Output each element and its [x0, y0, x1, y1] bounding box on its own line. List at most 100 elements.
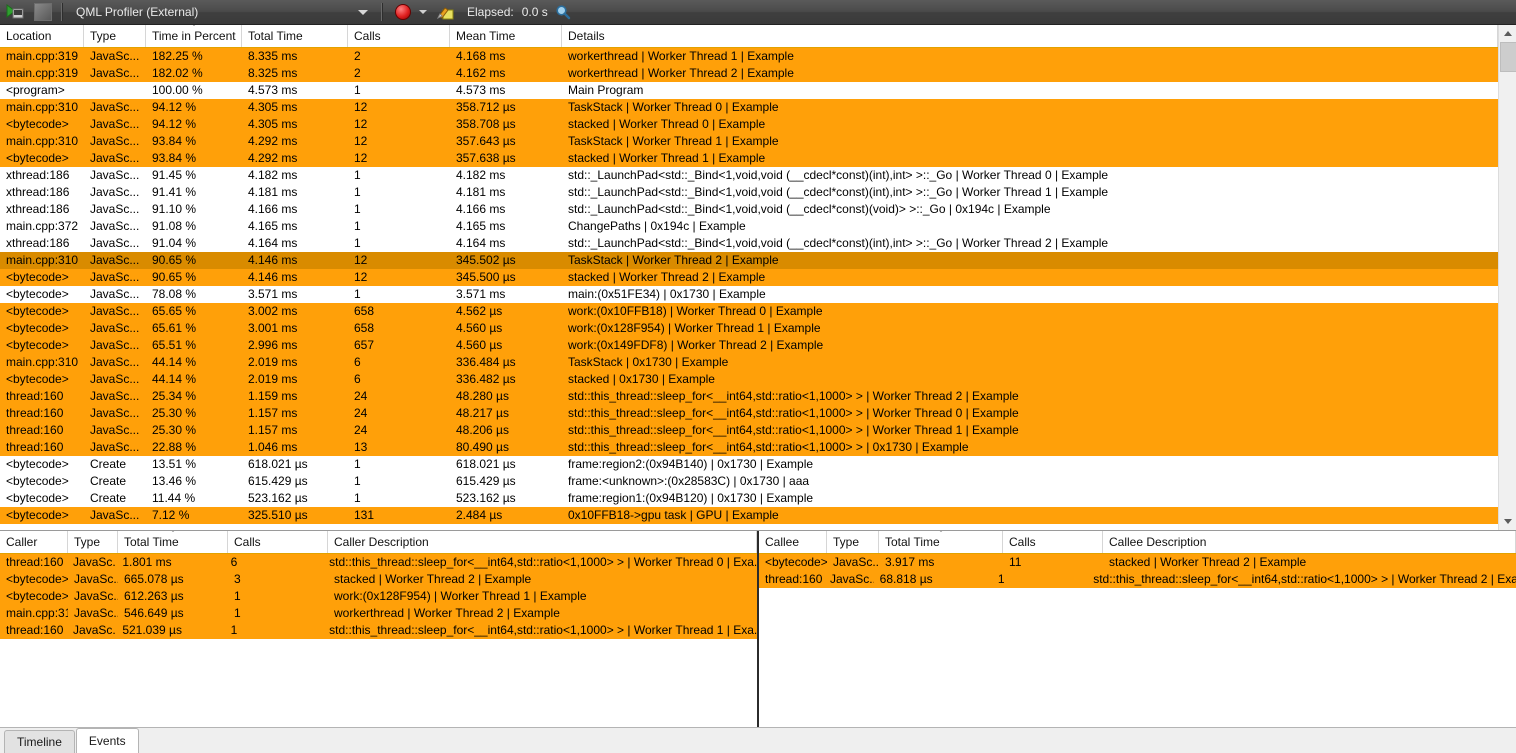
- table-row[interactable]: thread:160 JavaSc... 25.30 % 1.157 ms 24 48.2…: [0, 405, 1498, 422]
- table-row[interactable]: main.cpp:310 JavaSc... 94.12 % 4.305 ms 12 35…: [0, 99, 1498, 116]
- table-row[interactable]: <bytecode> JavaSc... 93.84 % 4.292 ms 12 357.…: [0, 150, 1498, 167]
- cell-callee-type: JavaSc...: [829, 572, 874, 586]
- cell-caller: <bytecode>: [6, 589, 68, 603]
- table-row[interactable]: thread:160 JavaSc... 25.30 % 1.157 ms 24 48.2…: [0, 422, 1498, 439]
- scrollbar-thumb[interactable]: [1500, 42, 1516, 72]
- cell-caller-description: work:(0x128F954) | Worker Thread 1 | Exa…: [334, 589, 587, 603]
- cell-details: main:(0x51FE34) | 0x1730 | Example: [568, 287, 766, 301]
- caller-row[interactable]: thread:160 JavaSc... 521.039 µs 1 std::this_…: [0, 622, 757, 639]
- scroll-down-arrow-icon[interactable]: [1499, 513, 1516, 530]
- caller-row[interactable]: main.cpp:319 JavaSc... 546.649 µs 1 workerth…: [0, 605, 757, 622]
- cell-total-time: 4.182 ms: [248, 168, 298, 182]
- table-row[interactable]: thread:160 JavaSc... 22.88 % 1.046 ms 13 80.4…: [0, 439, 1498, 456]
- caller-row[interactable]: <bytecode> JavaSc... 665.078 µs 3 stacked | …: [0, 571, 757, 588]
- column-header-type[interactable]: Type: [84, 25, 146, 47]
- cell-total-time: 8.335 ms: [248, 49, 298, 63]
- scrollbar-track[interactable]: [1499, 42, 1516, 513]
- column-header-caller-total-time[interactable]: Total Time: [118, 531, 228, 553]
- column-header-callee-total-time[interactable]: Total Time: [879, 531, 1003, 553]
- cell-location: <bytecode>: [6, 338, 69, 352]
- column-header-caller-description[interactable]: Caller Description: [328, 531, 757, 553]
- tab-timeline[interactable]: Timeline: [4, 730, 75, 753]
- cell-total-time: 523.162 µs: [248, 491, 308, 505]
- column-header-callee-type[interactable]: Type: [827, 531, 879, 553]
- cell-details: frame:region1:(0x94B120) | 0x1730 | Exam…: [568, 491, 814, 505]
- table-row[interactable]: <bytecode> Create 13.46 % 615.429 µs 1 615.42…: [0, 473, 1498, 490]
- cell-details: std::_LaunchPad<std::_Bind<1,void,void (…: [568, 185, 1109, 199]
- column-header-mean-time[interactable]: Mean Time: [450, 25, 562, 47]
- column-header-details[interactable]: Details: [562, 25, 1498, 47]
- callee-row[interactable]: thread:160 JavaSc... 68.818 µs 1 std::this_t…: [759, 571, 1516, 588]
- table-row[interactable]: <bytecode> JavaSc... 7.12 % 325.510 µs 131 2.…: [0, 507, 1498, 524]
- table-row[interactable]: <bytecode> JavaSc... 65.61 % 3.001 ms 658 4.5…: [0, 320, 1498, 337]
- table-row[interactable]: <bytecode> JavaSc... 90.65 % 4.146 ms 12 345.…: [0, 269, 1498, 286]
- clear-data-icon[interactable]: [433, 1, 459, 23]
- tab-events[interactable]: Events: [75, 728, 139, 753]
- table-row[interactable]: main.cpp:310 JavaSc... 93.84 % 4.292 ms 12 35…: [0, 133, 1498, 150]
- cell-calls: 12: [354, 270, 368, 284]
- cell-time-in-percent: 44.14 %: [152, 355, 197, 369]
- profile-selector-combobox[interactable]: QML Profiler (External): [68, 1, 376, 23]
- column-header-time-in-percent[interactable]: Time in Percent: [146, 25, 242, 47]
- callee-table-header: Callee Type Total Time Calls Callee Desc…: [759, 531, 1516, 554]
- cell-caller-calls: 1: [230, 623, 238, 637]
- column-header-callee-description[interactable]: Callee Description: [1103, 531, 1516, 553]
- column-header-callee-calls[interactable]: Calls: [1003, 531, 1103, 553]
- cell-mean-time: 4.168 ms: [456, 49, 506, 63]
- table-row[interactable]: xthread:186 JavaSc... 91.41 % 4.181 ms 1 4.18…: [0, 184, 1498, 201]
- table-row[interactable]: <bytecode> Create 11.44 % 523.162 µs 1 523.16…: [0, 490, 1498, 507]
- search-icon[interactable]: [550, 1, 576, 23]
- cell-type: JavaSc...: [90, 202, 140, 216]
- column-header-caller-calls[interactable]: Calls: [228, 531, 328, 553]
- run-profiler-icon[interactable]: [2, 1, 28, 23]
- cell-time-in-percent: 94.12 %: [152, 117, 197, 131]
- toolbar: QML Profiler (External) Elapsed: 0.0 s: [0, 0, 1516, 25]
- cell-details: workerthread | Worker Thread 1 | Example: [568, 49, 794, 63]
- cell-details: ChangePaths | 0x194c | Example: [568, 219, 746, 233]
- cell-time-in-percent: 94.12 %: [152, 100, 197, 114]
- events-table-header: Location Type Time in Percent Total Time…: [0, 25, 1498, 48]
- column-header-location[interactable]: Location: [0, 25, 84, 47]
- cell-callee-total-time: 3.917 ms: [885, 555, 935, 569]
- stop-icon[interactable]: [30, 1, 56, 23]
- scroll-up-arrow-icon[interactable]: [1499, 25, 1516, 42]
- cell-location: <bytecode>: [6, 372, 69, 386]
- record-options-chevron-icon[interactable]: [419, 10, 427, 14]
- table-row[interactable]: <program> 100.00 % 4.573 ms 1 4.573 ms Main P…: [0, 82, 1498, 99]
- callee-row[interactable]: <bytecode> JavaSc... 3.917 ms 11 stacked | W…: [759, 554, 1516, 571]
- record-dot-icon: [395, 4, 411, 20]
- cell-mean-time: 345.502 µs: [456, 253, 516, 267]
- table-row[interactable]: main.cpp:319 JavaSc... 182.02 % 8.325 ms 2 4.…: [0, 65, 1498, 82]
- cell-time-in-percent: 93.84 %: [152, 134, 197, 148]
- column-header-calls[interactable]: Calls: [348, 25, 450, 47]
- caller-row[interactable]: <bytecode> JavaSc... 612.263 µs 1 work:(0x12…: [0, 588, 757, 605]
- table-row[interactable]: xthread:186 JavaSc... 91.10 % 4.166 ms 1 4.16…: [0, 201, 1498, 218]
- table-row[interactable]: <bytecode> JavaSc... 65.65 % 3.002 ms 658 4.5…: [0, 303, 1498, 320]
- cell-caller-total-time: 1.801 ms: [122, 555, 172, 569]
- table-row[interactable]: main.cpp:310 JavaSc... 90.65 % 4.146 ms 12 34…: [0, 252, 1498, 269]
- table-row[interactable]: xthread:186 JavaSc... 91.04 % 4.164 ms 1 4.16…: [0, 235, 1498, 252]
- events-vertical-scrollbar[interactable]: [1498, 25, 1516, 530]
- table-row[interactable]: <bytecode> Create 13.51 % 618.021 µs 1 618.02…: [0, 456, 1498, 473]
- column-header-caller[interactable]: Caller: [0, 531, 68, 553]
- table-row[interactable]: <bytecode> JavaSc... 65.51 % 2.996 ms 657 4.5…: [0, 337, 1498, 354]
- column-header-callee[interactable]: Callee: [759, 531, 827, 553]
- cell-calls: 24: [354, 406, 368, 420]
- table-row[interactable]: xthread:186 JavaSc... 91.45 % 4.182 ms 1 4.18…: [0, 167, 1498, 184]
- cell-details: stacked | Worker Thread 0 | Example: [568, 117, 766, 131]
- table-row[interactable]: main.cpp:310 JavaSc... 44.14 % 2.019 ms 6 336…: [0, 354, 1498, 371]
- table-row[interactable]: thread:160 JavaSc... 25.34 % 1.159 ms 24 48.2…: [0, 388, 1498, 405]
- cell-caller: thread:160: [6, 623, 64, 637]
- table-row[interactable]: main.cpp:372 JavaSc... 91.08 % 4.165 ms 1 4.1…: [0, 218, 1498, 235]
- column-header-total-time[interactable]: Total Time: [242, 25, 348, 47]
- cell-details: std::_LaunchPad<std::_Bind<1,void,void (…: [568, 236, 1109, 250]
- table-row[interactable]: <bytecode> JavaSc... 78.08 % 3.571 ms 1 3.571…: [0, 286, 1498, 303]
- column-header-caller-type[interactable]: Type: [68, 531, 118, 553]
- profile-selector-value: QML Profiler (External): [76, 5, 199, 19]
- table-row[interactable]: <bytecode> JavaSc... 94.12 % 4.305 ms 12 358.…: [0, 116, 1498, 133]
- table-row[interactable]: main.cpp:319 JavaSc... 182.25 % 8.335 ms 2 4.…: [0, 48, 1498, 65]
- record-button-icon[interactable]: [390, 1, 416, 23]
- table-row[interactable]: <bytecode> JavaSc... 44.14 % 2.019 ms 6 336.4…: [0, 371, 1498, 388]
- caller-row[interactable]: thread:160 JavaSc... 1.801 ms 6 std::this_th…: [0, 554, 757, 571]
- cell-time-in-percent: 7.12 %: [152, 508, 190, 522]
